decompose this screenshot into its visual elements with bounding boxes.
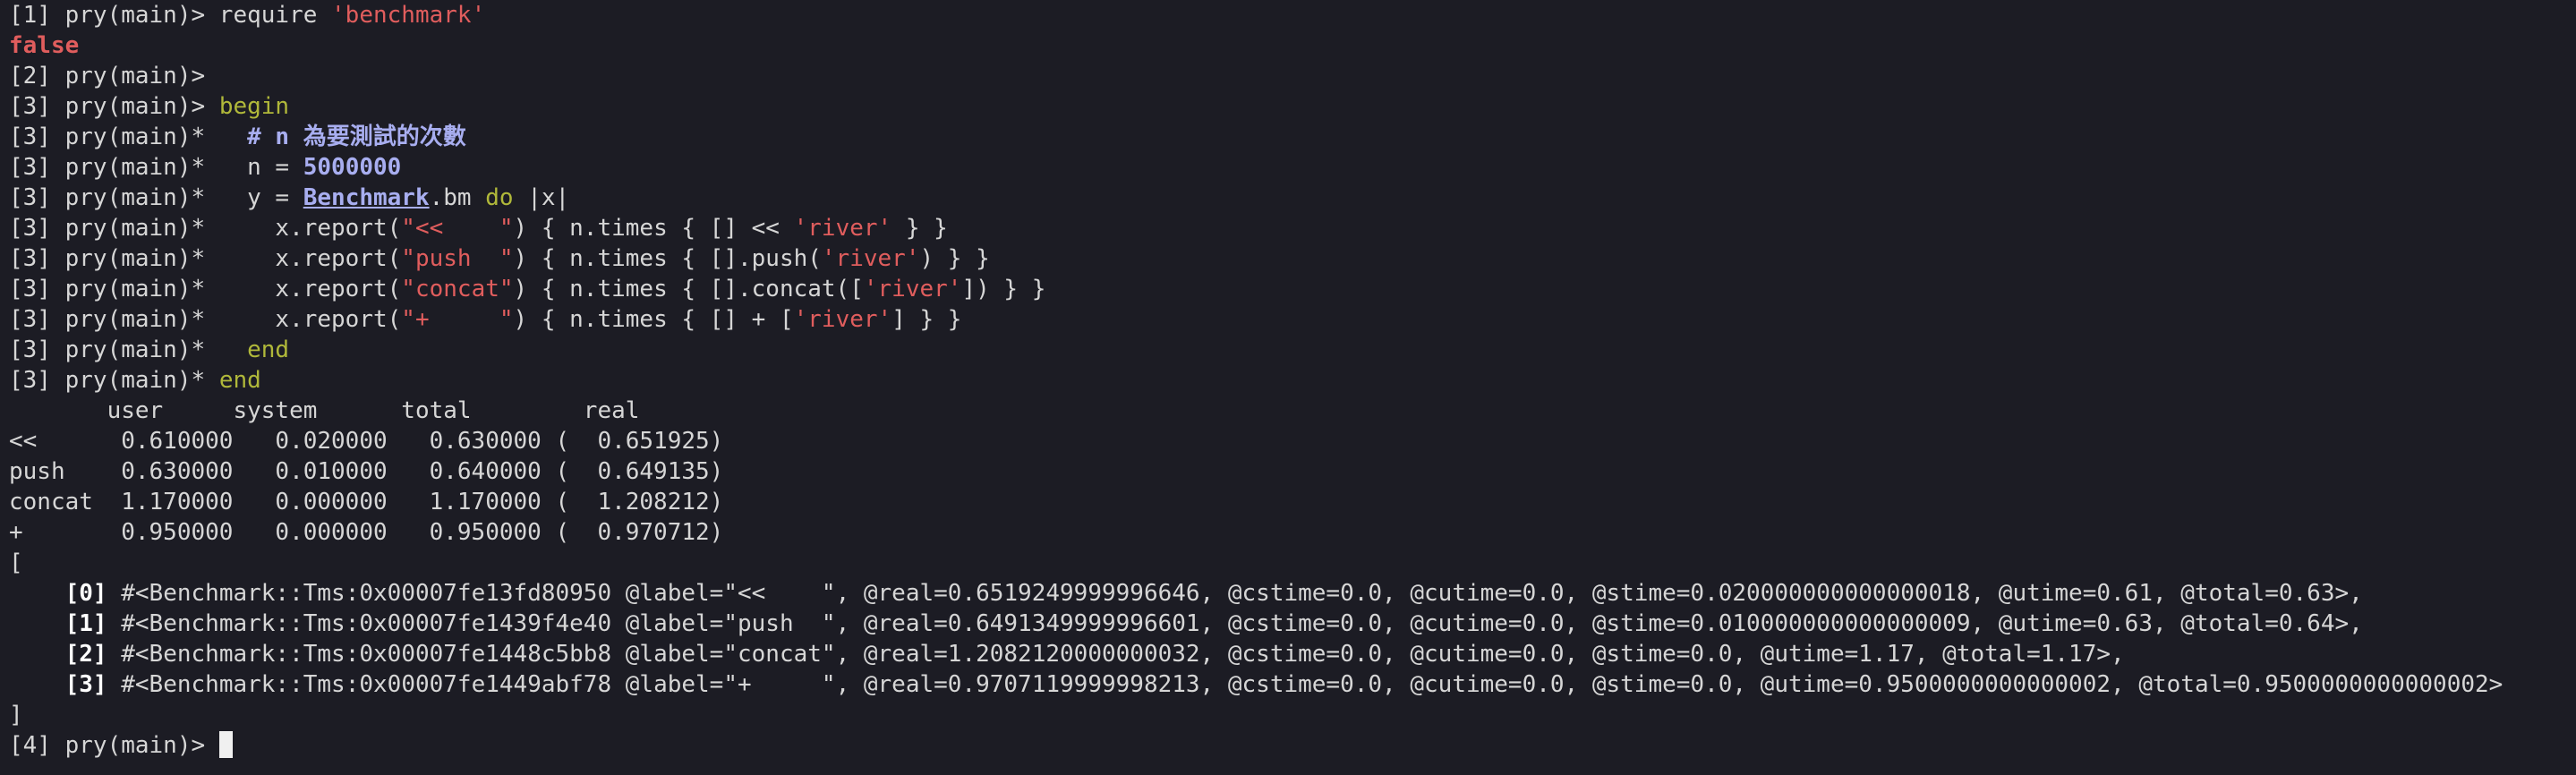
terminal-line: user system total real [9, 396, 2576, 426]
terminal-text: ) } } [919, 245, 990, 272]
terminal-text: # n 為要測試的次數 [247, 123, 466, 150]
terminal-text: [4] pry(main)> [9, 732, 219, 759]
terminal-text: ]) } } [961, 276, 1046, 302]
terminal-line: [3] pry(main)* # n 為要測試的次數 [9, 122, 2576, 152]
terminal-text: [3] pry(main)* x.report( [9, 245, 402, 272]
terminal-text: #<Benchmark::Tms:0x00007fe13fd80950 @lab… [107, 580, 2363, 607]
terminal-text: end [218, 367, 261, 394]
terminal-text: ) { n.times { [] + [ [513, 306, 794, 333]
terminal-text: [ [9, 549, 23, 576]
terminal-text: 'river' [863, 276, 962, 302]
terminal-text: [2] pry(main)> [9, 63, 206, 89]
terminal-text: concat 1.170000 0.000000 1.170000 ( 1.20… [9, 489, 724, 515]
terminal-text: [3] pry(main)* x.report( [9, 276, 402, 302]
terminal-text: [3] pry(main)* [9, 367, 219, 394]
terminal-text: |x| [513, 184, 570, 211]
terminal-text: "concat" [401, 276, 514, 302]
terminal-text: user system total real [9, 397, 640, 424]
terminal-text: [3] pry(main)* n = [9, 154, 303, 181]
terminal-text: [3] pry(main)* y = [9, 184, 303, 211]
terminal-text: 'river' [793, 215, 892, 242]
terminal-text: ] } } [891, 306, 962, 333]
terminal-line: [ [9, 548, 2576, 578]
terminal-line: [3] pry(main)* x.report("+ ") { n.times … [9, 304, 2576, 335]
terminal-text: #<Benchmark::Tms:0x00007fe1439f4e40 @lab… [107, 610, 2363, 637]
terminal-text: do [485, 184, 514, 211]
terminal-text: #<Benchmark::Tms:0x00007fe1448c5bb8 @lab… [107, 641, 2125, 668]
terminal-text: push 0.630000 0.010000 0.640000 ( 0.6491… [9, 458, 724, 485]
terminal-text: 'river' [793, 306, 892, 333]
terminal-text: [3] pry(main)* x.report( [9, 306, 402, 333]
terminal-line: [1] #<Benchmark::Tms:0x00007fe1439f4e40 … [9, 609, 2576, 639]
terminal-text: + 0.950000 0.000000 0.950000 ( 0.970712) [9, 519, 724, 546]
terminal-line: [3] pry(main)* n = 5000000 [9, 152, 2576, 183]
terminal-line: false [9, 30, 2576, 61]
terminal-line: [1] pry(main)> require 'benchmark' [9, 0, 2576, 30]
terminal-line: push 0.630000 0.010000 0.640000 ( 0.6491… [9, 456, 2576, 487]
terminal-text: "+ " [401, 306, 514, 333]
terminal-line: [3] pry(main)* y = Benchmark.bm do |x| [9, 183, 2576, 213]
terminal-text: #<Benchmark::Tms:0x00007fe1449abf78 @lab… [107, 671, 2503, 698]
terminal-text: [2] [64, 641, 107, 668]
terminal-text: [3] pry(main)* [9, 336, 248, 363]
terminal-text: 'benchmark' [331, 2, 486, 29]
terminal-text: 5000000 [303, 154, 402, 181]
terminal-text: ) { n.times { [].push( [513, 245, 822, 272]
terminal-line: [3] pry(main)* x.report("concat") { n.ti… [9, 274, 2576, 304]
terminal-line: [3] pry(main)* x.report("<< ") { n.times… [9, 213, 2576, 243]
terminal-text: ) { n.times { [].concat([ [513, 276, 864, 302]
terminal-line: [3] pry(main)> begin [9, 91, 2576, 122]
terminal-text: 'river' [821, 245, 920, 272]
terminal-text: } } [891, 215, 948, 242]
terminal-text: end [247, 336, 290, 363]
terminal-text: [1] pry(main)> require [9, 2, 332, 29]
terminal-line: + 0.950000 0.000000 0.950000 ( 0.970712) [9, 517, 2576, 548]
terminal-line: [0] #<Benchmark::Tms:0x00007fe13fd80950 … [9, 578, 2576, 609]
terminal-text: [3] pry(main)> [9, 93, 219, 120]
terminal-text: << 0.610000 0.020000 0.630000 ( 0.651925… [9, 428, 724, 455]
terminal-text: begin [218, 93, 290, 120]
terminal-text: ] [9, 702, 23, 728]
terminal-text: [3] pry(main)* x.report( [9, 215, 402, 242]
terminal-text: "<< " [401, 215, 514, 242]
terminal-text: [3] [64, 671, 107, 698]
terminal-line: concat 1.170000 0.000000 1.170000 ( 1.20… [9, 487, 2576, 517]
terminal-text: false [9, 32, 80, 59]
terminal-line: [3] pry(main)* end [9, 365, 2576, 396]
terminal-text: .bm [429, 184, 486, 211]
terminal-line: [3] pry(main)* end [9, 335, 2576, 365]
terminal-line: [3] pry(main)* x.report("push ") { n.tim… [9, 243, 2576, 274]
terminal-text: [3] pry(main)* [9, 123, 248, 150]
terminal-text: [1] [64, 610, 107, 637]
terminal-window[interactable]: [1] pry(main)> require 'benchmark' false[… [0, 0, 2576, 775]
terminal-line: [2] #<Benchmark::Tms:0x00007fe1448c5bb8 … [9, 639, 2576, 669]
terminal-line: << 0.610000 0.020000 0.630000 ( 0.651925… [9, 426, 2576, 456]
terminal-text: Benchmark [303, 184, 430, 211]
terminal-line: [4] pry(main)> [9, 730, 2576, 761]
cursor-block [218, 731, 233, 758]
terminal-text: ) { n.times { [] << [513, 215, 794, 242]
terminal-text: [0] [64, 580, 107, 607]
terminal-line: ] [9, 700, 2576, 730]
terminal-line: [3] #<Benchmark::Tms:0x00007fe1449abf78 … [9, 669, 2576, 700]
terminal-line: [2] pry(main)> [9, 61, 2576, 91]
terminal-text: "push " [401, 245, 514, 272]
